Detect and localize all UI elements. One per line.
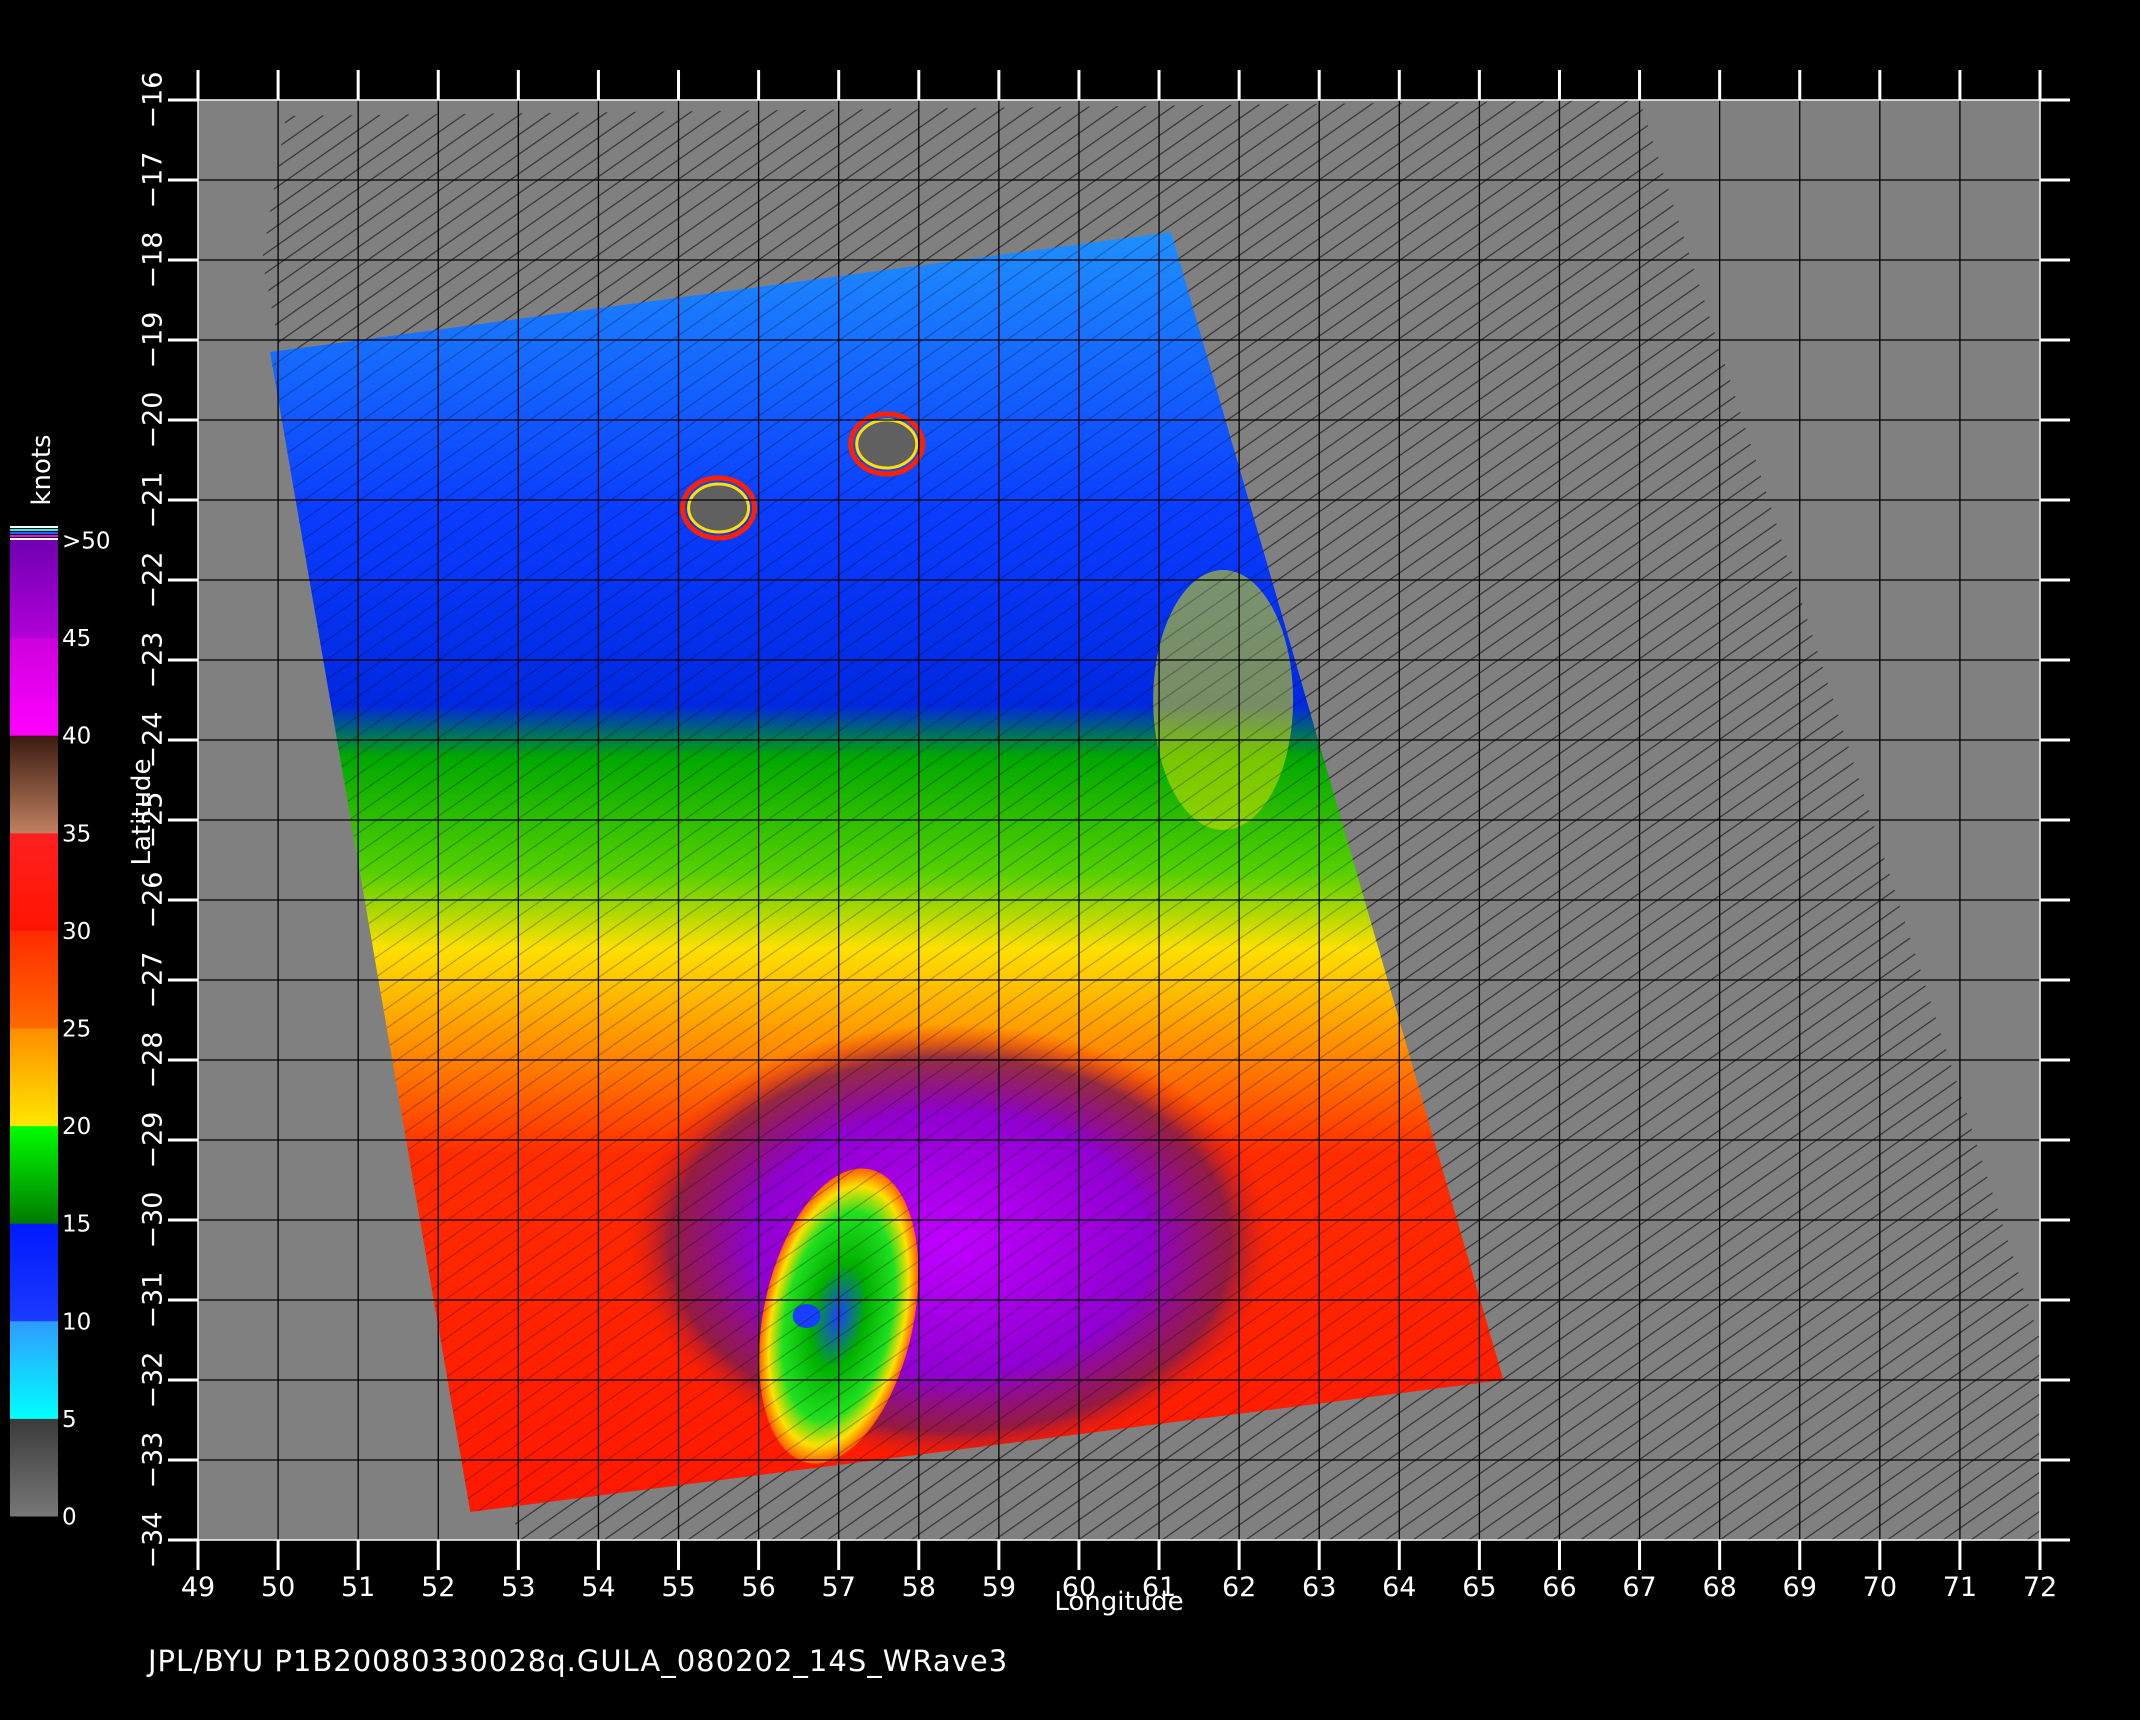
y-tick-label: −17 [138, 152, 169, 209]
colorbar-band [10, 540, 58, 639]
colorbar-label: 25 [62, 1017, 91, 1043]
colorbar-label: 20 [62, 1114, 91, 1140]
x-tick-label: 63 [1302, 1572, 1336, 1603]
y-tick-label: −29 [138, 1112, 169, 1169]
x-tick-label: 59 [982, 1572, 1016, 1603]
y-tick-label: −19 [138, 312, 169, 369]
x-tick-label: 62 [1222, 1572, 1256, 1603]
colorbar-band [10, 832, 58, 931]
colorbar-band [10, 930, 58, 1029]
y-tick-label: −18 [138, 232, 169, 289]
island-landmass [687, 482, 751, 534]
y-tick-label: −20 [138, 392, 169, 449]
y-tick-label: −30 [138, 1192, 169, 1249]
x-tick-label: 66 [1542, 1572, 1576, 1603]
colorbar-label: 30 [62, 919, 91, 945]
y-tick-label: −28 [138, 1032, 169, 1089]
colorbar-label: 0 [62, 1505, 77, 1531]
x-tick-label: 51 [341, 1572, 375, 1603]
x-tick-label: 64 [1382, 1572, 1416, 1603]
colorbar-band [10, 1028, 58, 1127]
colorbar-cap [10, 529, 58, 531]
x-tick-label: 52 [421, 1572, 455, 1603]
x-tick-label: 57 [822, 1572, 856, 1603]
x-tick-label: 56 [741, 1572, 775, 1603]
colorbar-cap [10, 538, 58, 540]
x-tick-label: 67 [1622, 1572, 1656, 1603]
island-landmass [855, 418, 919, 470]
x-tick-label: 71 [1943, 1572, 1977, 1603]
x-tick-label: 54 [581, 1572, 615, 1603]
x-tick-label: 58 [902, 1572, 936, 1603]
wind-map-figure: 49 50 51 52 53 54 55 56 57 58 59 60 61 62 63 64 65 66 67 68… [10, 70, 2070, 1617]
colorbar-title: knots [27, 434, 57, 505]
x-tick-label: 65 [1462, 1572, 1496, 1603]
colorbar-label: 15 [62, 1212, 91, 1238]
colorbar-band [10, 1223, 58, 1322]
y-tick-label: −21 [138, 472, 169, 529]
y-axis-title: Latitude [127, 758, 157, 865]
colorbar-label: 40 [62, 724, 91, 750]
colorbar: 0 5 10 15 20 25 30 35 40 45 >50 [10, 526, 111, 1531]
colorbar-band [10, 735, 58, 834]
x-tick-label: 68 [1702, 1572, 1736, 1603]
x-tick-label: 53 [501, 1572, 535, 1603]
colorbar-label: 45 [62, 626, 91, 652]
y-tick-label: −31 [138, 1272, 169, 1329]
y-tick-label: −33 [138, 1432, 169, 1489]
file-caption: JPL/BYU P1B20080330028q.GULA_080202_14S_… [148, 1644, 1009, 1678]
colorbar-cap [10, 532, 58, 534]
y-tick-label: −22 [138, 552, 169, 609]
y-tick-label: −23 [138, 632, 169, 689]
x-tick-label: 70 [1863, 1572, 1897, 1603]
colorbar-label: >50 [62, 529, 111, 555]
colorbar-band [10, 1125, 58, 1224]
y-tick-label: −26 [138, 872, 169, 929]
colorbar-band [10, 637, 58, 736]
colorbar-label: 10 [62, 1309, 91, 1335]
x-tick-label: 69 [1783, 1572, 1817, 1603]
x-tick-label: 72 [2023, 1572, 2057, 1603]
x-tick-label: 55 [661, 1572, 695, 1603]
colorbar-label: 35 [62, 821, 91, 847]
x-tick-label: 50 [261, 1572, 295, 1603]
y-tick-label: −32 [138, 1352, 169, 1409]
colorbar-band [10, 1418, 58, 1517]
colorbar-cap [10, 526, 58, 528]
colorbar-cap [10, 535, 58, 537]
colorbar-label: 5 [62, 1407, 77, 1433]
y-tick-label: −34 [138, 1512, 169, 1569]
x-tick-label: 49 [181, 1572, 215, 1603]
y-tick-label: −27 [138, 952, 169, 1009]
x-axis-title: Longitude [1054, 1587, 1183, 1617]
y-tick-label: −16 [138, 72, 169, 129]
colorbar-band [10, 1320, 58, 1419]
